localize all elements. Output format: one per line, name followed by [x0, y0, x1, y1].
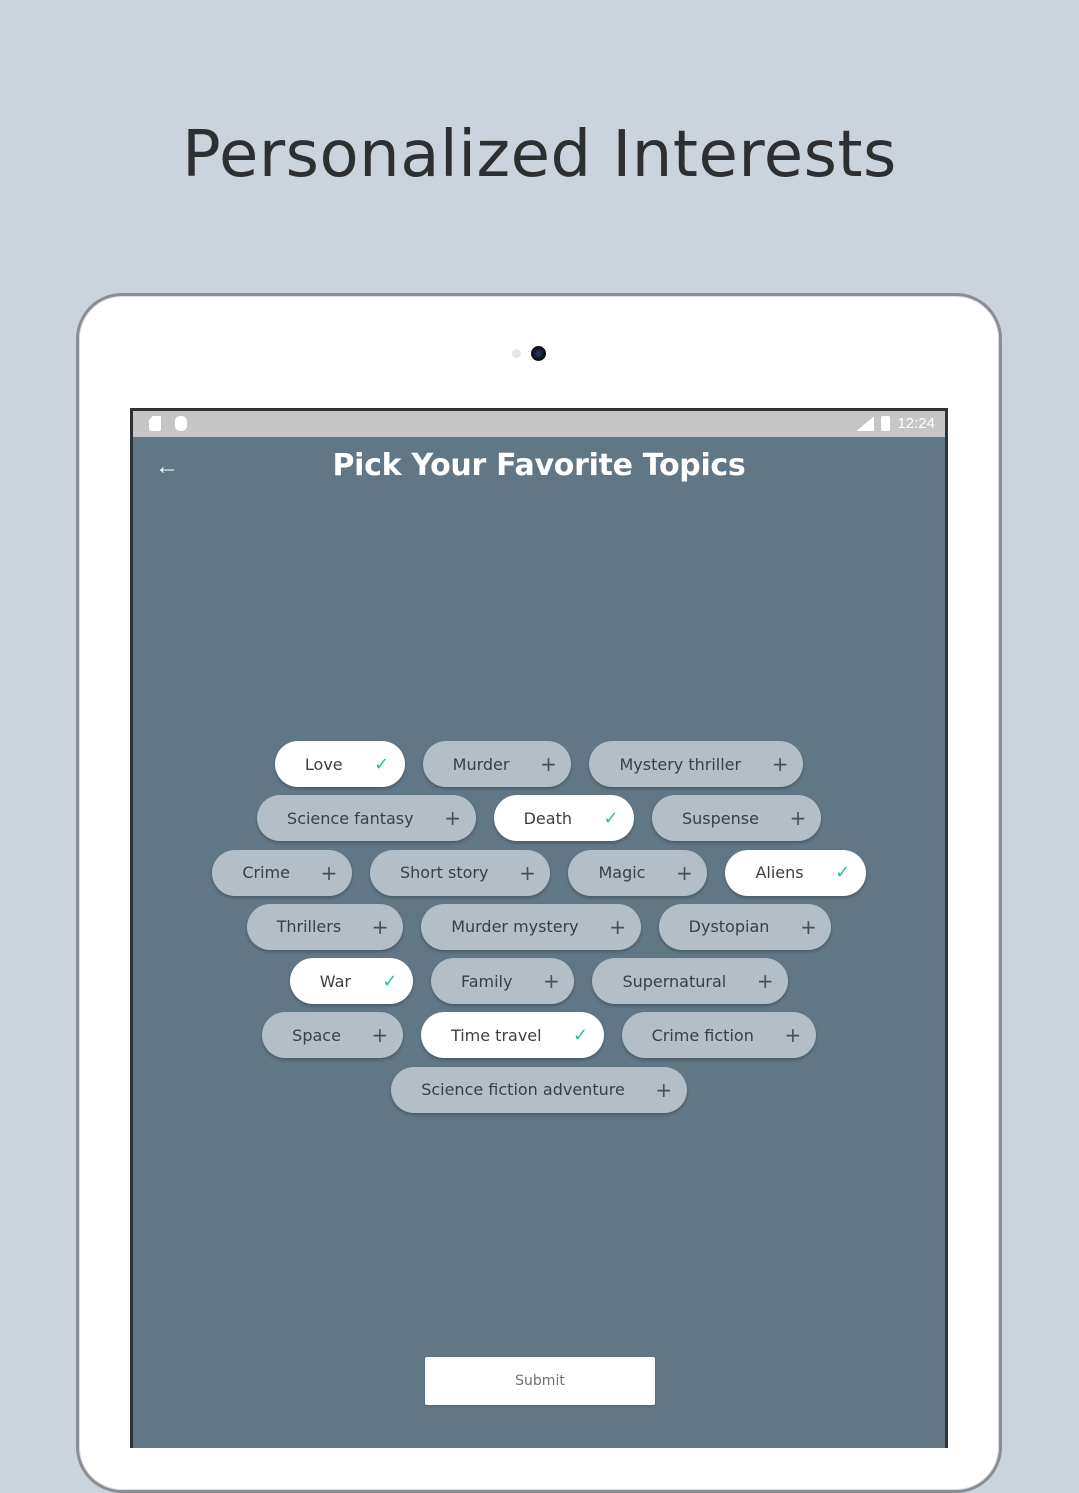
topic-chip-label: War [319, 971, 351, 991]
topic-chip-label: Mystery thriller [619, 754, 742, 774]
plus-icon: + [756, 969, 774, 994]
topic-chip-label: Space [292, 1025, 341, 1045]
check-icon: ✓ [382, 970, 398, 992]
plus-icon: + [371, 1023, 389, 1048]
plus-icon: + [540, 752, 557, 776]
topic-chip[interactable]: Science fiction adventure + [391, 1066, 687, 1113]
check-icon: ✓ [374, 753, 390, 775]
topic-chip[interactable]: Murder mystery + [421, 903, 641, 950]
front-camera [531, 346, 546, 361]
topic-chip-label: Love [304, 754, 343, 774]
topic-row: Crime + Short story + Magic + Aliens ✓ [133, 849, 945, 896]
check-icon: ✓ [835, 862, 851, 884]
topic-row: Thrillers + Murder mystery + Dystopian + [133, 903, 945, 950]
topic-chip-list: Love ✓ Murder + Mystery thriller + Science fan… [133, 741, 945, 1121]
topic-chip-label: Thrillers [276, 917, 342, 937]
plus-icon: + [655, 1077, 673, 1102]
topic-chip-label: Supernatural [622, 971, 727, 991]
topic-chip-label: Suspense [682, 808, 759, 828]
signal-icon [856, 416, 875, 431]
topic-chip-label: Science fantasy [287, 808, 414, 828]
topic-chip[interactable]: Science fantasy + [257, 795, 476, 842]
topic-chip[interactable]: Aliens ✓ [725, 849, 866, 896]
topic-chip[interactable]: Family + [430, 958, 575, 1005]
plus-icon: + [789, 806, 807, 831]
light-sensor [512, 349, 521, 358]
topic-chip[interactable]: Supernatural + [592, 958, 789, 1005]
submit-button[interactable]: Submit [425, 1357, 655, 1405]
android-icon [175, 416, 187, 431]
plus-icon: + [800, 914, 817, 939]
page-title: Pick Your Favorite Topics [332, 448, 746, 483]
topic-chip[interactable]: Magic + [568, 849, 708, 896]
topic-chip[interactable]: Thrillers + [246, 903, 404, 950]
topic-chip-label: Short story [399, 863, 489, 883]
topic-row: Science fiction adventure + [133, 1066, 945, 1113]
topic-chip[interactable]: Dystopian + [658, 903, 832, 950]
plus-icon: + [676, 860, 693, 885]
plus-icon: + [784, 1023, 802, 1048]
plus-icon: + [771, 752, 789, 776]
topic-chip[interactable]: War ✓ [289, 958, 413, 1005]
app-bar: ← Pick Your Favorite Topics [133, 437, 945, 497]
plus-icon: + [543, 969, 560, 994]
headline: Personalized Interests [182, 118, 897, 192]
plus-icon: + [444, 806, 461, 831]
topic-chip[interactable]: Crime + [212, 849, 352, 896]
plus-icon: + [519, 860, 536, 885]
plus-icon: + [609, 914, 627, 939]
topic-chip-label: Murder mystery [451, 917, 579, 937]
topic-chip[interactable]: Space + [262, 1012, 403, 1059]
topic-row: Science fantasy + Death ✓ Suspense + [133, 795, 945, 842]
topic-chip[interactable]: Time travel ✓ [420, 1012, 604, 1059]
topic-chip-label: Crime fiction [651, 1025, 754, 1045]
topic-chip-label: Aliens [755, 863, 804, 883]
topic-chip-label: Magic [598, 863, 646, 883]
topic-row: War ✓ Family + Supernatural + [133, 958, 945, 1005]
topic-chip-label: Science fiction adventure [421, 1080, 625, 1100]
topic-chip-label: Dystopian [688, 917, 770, 937]
topic-chip[interactable]: Crime fiction + [621, 1012, 816, 1059]
topic-chip-label: Murder [452, 754, 510, 774]
topic-row: Love ✓ Murder + Mystery thriller + [133, 741, 945, 787]
sd-card-icon [149, 416, 161, 431]
topic-chip[interactable]: Murder + [422, 741, 572, 787]
plus-icon: + [320, 860, 338, 885]
topic-chip-label: Crime [242, 863, 290, 883]
topic-chip[interactable]: Love ✓ [274, 741, 405, 787]
topic-chip-label: Death [523, 808, 572, 828]
topic-chip-label: Family [460, 971, 513, 991]
topic-chip[interactable]: Suspense + [652, 795, 821, 842]
topic-row: Space + Time travel ✓ Crime fiction + [133, 1012, 945, 1059]
app-screen: 12:24 ← Pick Your Favorite Topics Love ✓ M… [130, 408, 948, 1448]
battery-icon [881, 416, 891, 431]
check-icon: ✓ [573, 1024, 589, 1046]
status-time: 12:24 [897, 415, 935, 432]
topic-chip[interactable]: Mystery thriller + [589, 741, 804, 787]
plus-icon: + [371, 914, 389, 939]
topic-chip-label: Time travel [450, 1025, 542, 1045]
status-bar: 12:24 [133, 411, 945, 437]
topic-chip[interactable]: Short story + [369, 849, 551, 896]
topic-chip[interactable]: Death ✓ [493, 795, 634, 842]
check-icon: ✓ [603, 807, 619, 829]
